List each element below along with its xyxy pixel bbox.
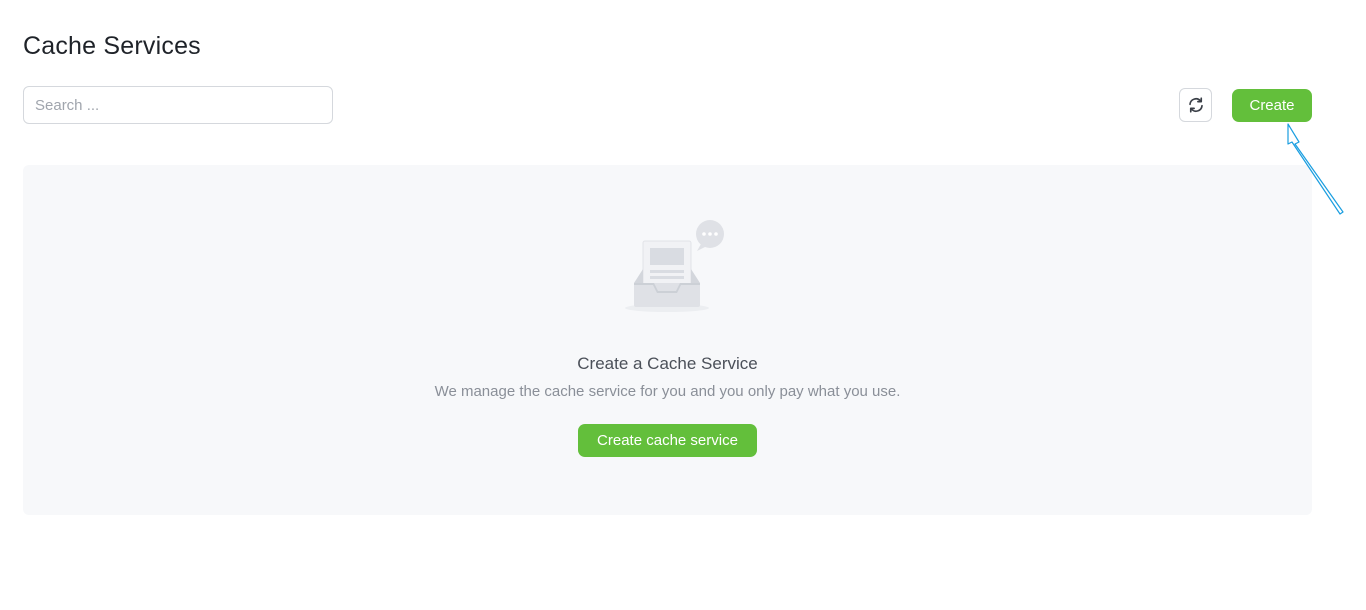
create-button[interactable]: Create (1232, 89, 1312, 122)
empty-state-title: Create a Cache Service (577, 354, 758, 373)
empty-state-description: We manage the cache service for you and … (434, 383, 901, 400)
empty-state-panel: Create a Cache Service We manage the cac… (23, 165, 1312, 515)
search-input[interactable] (23, 86, 333, 124)
page-title: Cache Services (23, 32, 201, 60)
empty-inbox-icon (625, 220, 724, 312)
refresh-button[interactable] (1179, 88, 1212, 122)
page: Cache Services Create (0, 0, 1366, 610)
create-cache-service-button[interactable]: Create cache service (578, 424, 757, 457)
refresh-icon (1188, 97, 1203, 113)
